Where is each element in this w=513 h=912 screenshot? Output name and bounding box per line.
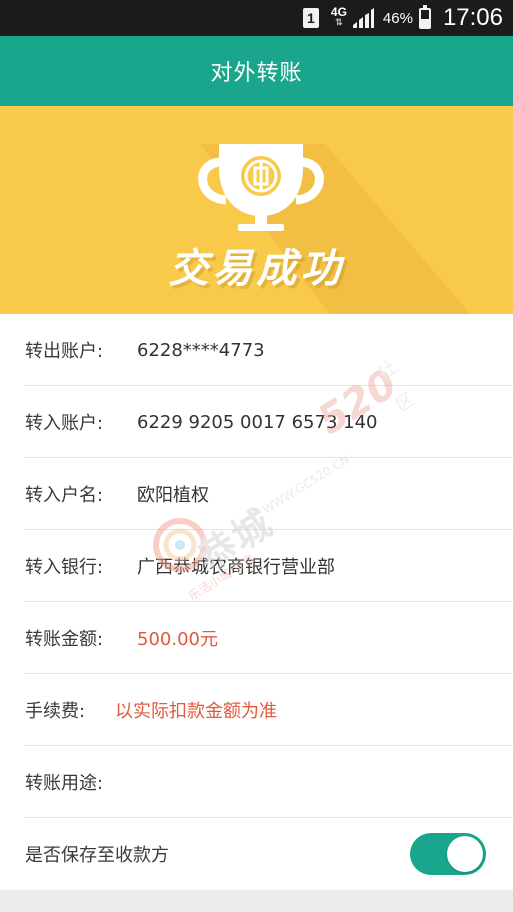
transfer-details: 转出账户: 6228****4773 转入账户: 6229 9205 0017 … — [0, 314, 513, 890]
bottom-strip — [0, 890, 513, 912]
title-bar: 对外转账 — [0, 36, 513, 106]
detail-row-from-account: 转出账户: 6228****4773 — [0, 314, 513, 386]
from-account-value: 6228****4773 — [137, 339, 265, 361]
payee-bank-value: 广西恭城农商银行营业部 — [137, 557, 335, 578]
to-account-value: 6229 9205 0017 6573 140 — [137, 411, 378, 433]
signal-icon — [352, 8, 374, 28]
amount-label: 转账金额: — [25, 629, 104, 650]
detail-row-amount: 转账金额: 500.00元 — [0, 602, 513, 674]
fee-label: 手续费: — [25, 701, 86, 722]
save-payee-label: 是否保存至收款方 — [25, 845, 169, 866]
network-type: 4G ⇅ — [331, 6, 347, 27]
detail-row-purpose: 转账用途: — [0, 746, 513, 818]
data-arrows-icon: ⇅ — [335, 16, 343, 27]
sim-icon: 1 — [302, 8, 319, 28]
from-account-label: 转出账户: — [25, 341, 104, 362]
success-text: 交易成功 — [168, 246, 345, 292]
status-bar: 1 4G ⇅ 46% 17:06 — [0, 0, 513, 36]
to-account-label: 转入账户: — [25, 413, 104, 434]
amount-value: 500.00元 — [137, 629, 218, 650]
payee-name-value: 欧阳植权 — [137, 485, 209, 506]
page-title: 对外转账 — [210, 61, 303, 86]
success-banner: 交易成功 — [0, 106, 513, 314]
detail-row-save-payee: 是否保存至收款方 — [0, 818, 513, 890]
detail-row-fee: 手续费: 以实际扣款金额为准 — [0, 674, 513, 746]
payee-bank-label: 转入银行: — [25, 557, 104, 578]
battery-icon — [418, 4, 431, 29]
battery-fill — [420, 18, 429, 27]
payee-name-label: 转入户名: — [25, 485, 104, 506]
detail-row-payee-bank: 转入银行: 广西恭城农商银行营业部 — [0, 530, 513, 602]
detail-row-to-account: 转入账户: 6229 9205 0017 6573 140 — [0, 386, 513, 458]
fee-value: 以实际扣款金额为准 — [115, 701, 277, 722]
detail-row-payee-name: 转入户名: 欧阳植权 — [0, 458, 513, 530]
battery-percent: 46% — [382, 9, 413, 27]
save-payee-toggle[interactable] — [410, 833, 486, 875]
clock: 17:06 — [442, 4, 503, 31]
toggle-knob[interactable] — [447, 836, 483, 872]
purpose-label: 转账用途: — [25, 773, 104, 794]
